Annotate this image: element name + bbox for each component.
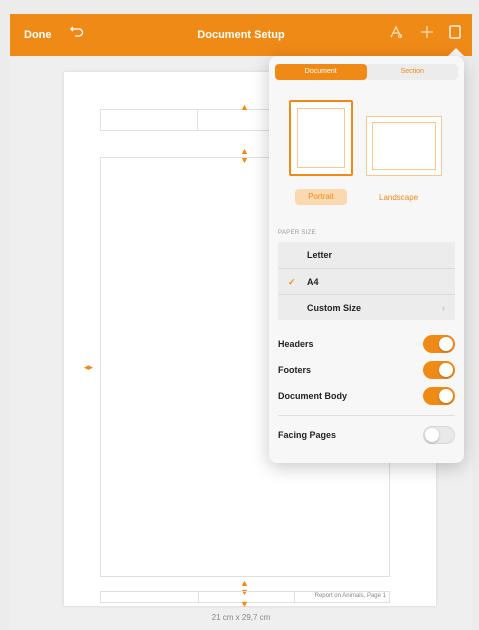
paper-option-label: A4 (307, 277, 319, 287)
document-body-row: Document Body (278, 385, 455, 407)
facing-pages-toggle[interactable] (423, 426, 455, 444)
portrait-button[interactable]: Portrait (295, 189, 347, 205)
tab-section[interactable]: Section (367, 64, 459, 80)
paper-size-heading: PAPER SIZE (278, 230, 316, 236)
plus-icon[interactable] (420, 24, 434, 43)
landscape-button[interactable]: Landscape (379, 193, 418, 202)
headers-toggle[interactable] (423, 335, 455, 353)
toggle-label: Document Body (278, 391, 348, 401)
tab-document[interactable]: Document (275, 64, 367, 80)
paper-option-custom-size[interactable]: Custom Size › (278, 294, 455, 320)
paper-option-a4[interactable]: ✓ A4 (278, 268, 455, 294)
footer-handle-icon[interactable]: ▼ (240, 600, 249, 609)
divider (278, 415, 455, 416)
document-setup-popover: Document Section Portrait Landscape PAPE… (269, 56, 464, 463)
header-region[interactable] (100, 109, 293, 131)
toolbar: Done Document Setup (10, 14, 472, 56)
brush-icon[interactable] (388, 24, 404, 43)
headers-row: Headers (278, 333, 455, 355)
chevron-right-icon: › (442, 303, 445, 313)
toggle-label: Facing Pages (278, 430, 337, 440)
footer-text: Report on Animals, Page 1 (314, 593, 386, 599)
left-margin-handle-icon[interactable]: ◂▸ (84, 363, 93, 372)
footers-toggle[interactable] (423, 361, 455, 379)
document-body-toggle[interactable] (423, 387, 455, 405)
popover-arrow (448, 48, 464, 56)
header-handle-icon[interactable]: ▲ (240, 103, 249, 112)
toggle-label: Footers (278, 365, 312, 375)
checkmark-icon: ✓ (288, 277, 296, 287)
portrait-thumbnail[interactable] (289, 100, 353, 176)
facing-pages-row: Facing Pages (278, 424, 455, 446)
segmented-control: Document Section (275, 64, 458, 80)
paper-option-letter[interactable]: Letter (278, 242, 455, 268)
paper-size-list: Letter ✓ A4 Custom Size › (278, 242, 455, 320)
page-dimensions: 21 cm x 29,7 cm (211, 613, 271, 622)
toggle-label: Headers (278, 339, 314, 349)
paper-option-label: Letter (307, 250, 333, 260)
paper-option-label: Custom Size (307, 303, 362, 313)
document-icon[interactable] (448, 24, 462, 43)
landscape-thumbnail[interactable] (366, 116, 442, 176)
footers-row: Footers (278, 359, 455, 381)
